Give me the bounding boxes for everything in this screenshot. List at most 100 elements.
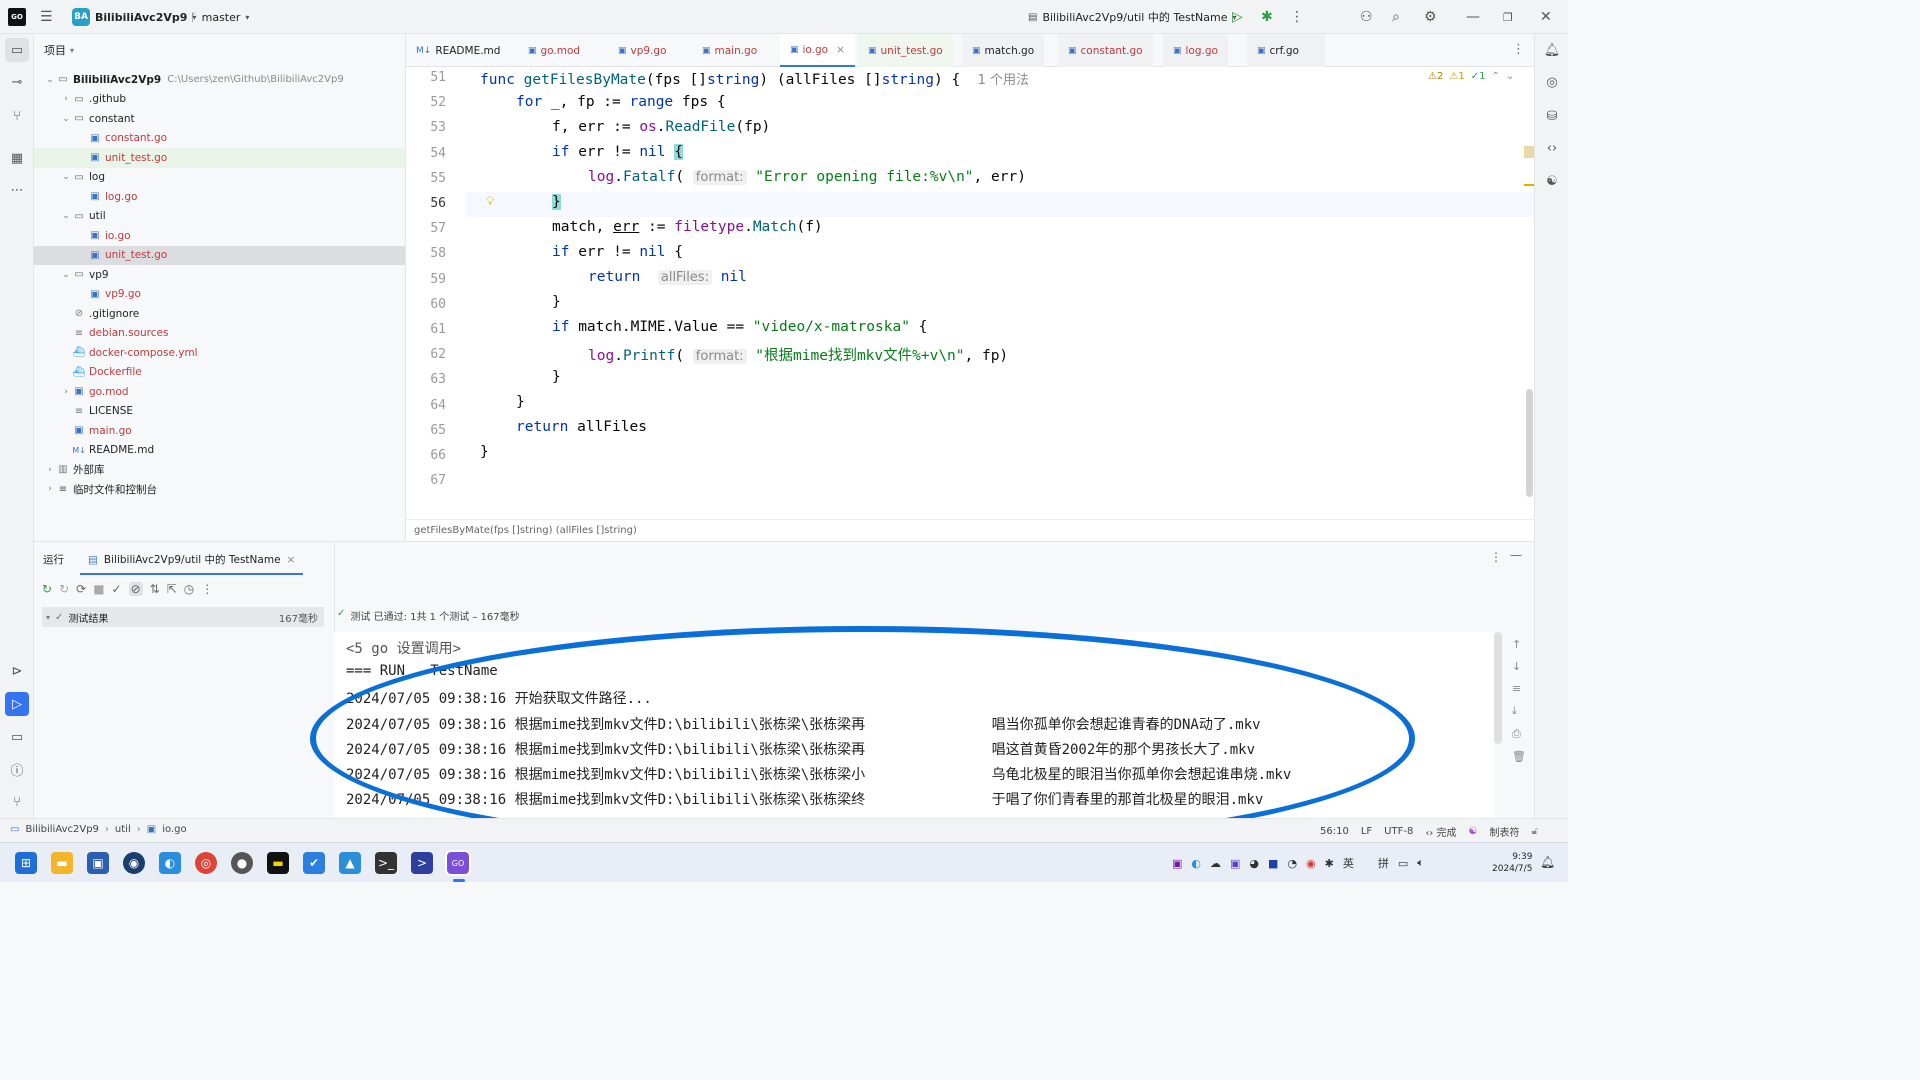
nav-crumb-project[interactable]: BilibiliAvc2Vp9	[25, 824, 98, 835]
scroll-marker-warning[interactable]	[1524, 146, 1534, 158]
console-scrollbar[interactable]	[1494, 632, 1502, 744]
print-icon[interactable]: ⎙	[1512, 727, 1526, 741]
chevron-down-icon[interactable]: ⌄	[44, 75, 56, 85]
commit-tool-button[interactable]: ⊸	[5, 70, 29, 94]
tree-item[interactable]: ⌄ ▭ constant	[34, 109, 405, 129]
chevron-right-icon[interactable]: ›	[44, 484, 56, 494]
toggle-auto-test-icon[interactable]: ⟳	[76, 582, 86, 596]
indent-setting[interactable]: 制表符	[1489, 824, 1519, 839]
ime-mode[interactable]: 拼	[1378, 855, 1389, 871]
taskbar-store[interactable]: ▣	[87, 852, 109, 874]
close-tab-icon[interactable]: ×	[287, 554, 296, 566]
lock-icon[interactable]: 🔓︎	[1531, 826, 1537, 837]
scroll-up-icon[interactable]: ↑	[1512, 638, 1526, 651]
more-tools-button[interactable]: ⋯	[5, 178, 29, 202]
chevron-down-icon[interactable]: ⌄	[60, 270, 72, 280]
problems-tool-button[interactable]: ⓘ	[5, 757, 29, 781]
show-passed-icon[interactable]: ✓	[112, 582, 122, 596]
navigation-bar[interactable]: ▭ BilibiliAvc2Vp9 › util › ▣ io.go	[10, 824, 187, 835]
notifications-button[interactable]: 🔔︎	[1540, 38, 1564, 62]
git-tool-button[interactable]: ⑂	[5, 790, 29, 814]
ide-logo[interactable]: GO	[8, 0, 26, 34]
minimize-button[interactable]: —	[1466, 0, 1480, 34]
editor-scrollbar[interactable]	[1526, 389, 1533, 497]
tab-main[interactable]: ▣ main.go	[692, 34, 767, 67]
tree-item[interactable]: M↓ README.md	[34, 441, 405, 461]
scroll-to-end-icon[interactable]: ⤓	[1512, 704, 1526, 718]
tree-item[interactable]: ▣ log.go	[34, 187, 405, 207]
run-tab[interactable]: ▤ BilibiliAvc2Vp9/util 中的 TestName ×	[80, 546, 304, 575]
terminal-tool-button[interactable]: ▭	[5, 725, 29, 749]
edge-icon[interactable]: ◐	[1191, 857, 1201, 870]
clock[interactable]: 9:39 2024/7/5	[1492, 851, 1532, 875]
test-results-node[interactable]: ▾ ✓ 测试结果 167毫秒	[42, 607, 324, 627]
tree-item[interactable]: ⛴ Dockerfile	[34, 363, 405, 383]
onenote-icon[interactable]: ▣	[1172, 857, 1182, 870]
ai-tray-icon[interactable]: ✱	[1325, 857, 1334, 870]
history-icon[interactable]: ◷	[184, 582, 194, 596]
copilot-status-icon[interactable]: ☯	[1469, 826, 1478, 837]
tree-item[interactable]: ⌄ ▭ BilibiliAvc2Vp9 C:\Users\zen\Github\Bil…	[34, 70, 405, 90]
taskbar-chrome[interactable]: ◎	[195, 852, 217, 874]
run-options-button[interactable]: ⋮	[1490, 550, 1502, 564]
app-tray-icon-2[interactable]: ■	[1268, 857, 1278, 870]
endpoints-tool-button[interactable]: ‹›	[1540, 136, 1564, 160]
tree-item[interactable]: ⌄ ▭ util	[34, 207, 405, 227]
search-everywhere-button[interactable]: ⌕	[1392, 0, 1400, 34]
import-tests-icon[interactable]: ⇱	[167, 582, 177, 596]
notification-center-button[interactable]: 🔔︎	[1540, 855, 1555, 869]
vcs-widget[interactable]: ‹› 完成	[1425, 824, 1456, 839]
app-tray-icon[interactable]: ▣	[1230, 857, 1240, 870]
pull-requests-tool-button[interactable]: ⑂	[5, 104, 29, 128]
copilot-tool-button[interactable]: ☯	[1540, 169, 1564, 193]
tab-match[interactable]: ▣ match.go	[962, 34, 1045, 67]
chevron-down-icon[interactable]: ⌄	[60, 172, 72, 182]
cloud-icon[interactable]: ☁	[1210, 857, 1221, 870]
display-icon[interactable]: ▭	[1398, 857, 1408, 870]
qq-icon[interactable]: ◕	[1249, 857, 1259, 870]
scroll-down-icon[interactable]: ↓	[1512, 660, 1526, 673]
file-encoding[interactable]: UTF-8	[1384, 826, 1413, 837]
tab-unit-test[interactable]: ▣ unit_test.go	[858, 34, 953, 67]
tree-item[interactable]: ≡ debian.sources	[34, 324, 405, 344]
branch-switcher[interactable]: ᚴ master ▾	[190, 0, 249, 34]
tree-item[interactable]: ▣ main.go	[34, 421, 405, 441]
code-area[interactable]: func getFilesByMate(fps []string) (allFi…	[406, 67, 1534, 519]
taskbar-terminal[interactable]: >_	[375, 852, 397, 874]
volume-icon[interactable]: 🔈︎	[1417, 856, 1424, 870]
caret-position[interactable]: 56:10	[1320, 826, 1349, 837]
tab-io[interactable]: ▣ io.go ×	[780, 34, 855, 67]
database-tool-button[interactable]: ⛁	[1540, 104, 1564, 128]
show-ignored-icon[interactable]: ⊘	[128, 582, 143, 596]
tab-crf[interactable]: ▣ crf.go	[1247, 34, 1325, 67]
tree-item[interactable]: ▣ unit_test.go	[34, 245, 405, 265]
services-tool-button[interactable]: ⊳	[5, 659, 29, 683]
taskbar-goland[interactable]: GO	[445, 850, 471, 876]
tree-item[interactable]: ⌄ ▭ vp9	[34, 265, 405, 285]
taskbar-azure[interactable]: ▲	[339, 852, 361, 874]
more-actions-button[interactable]: ⋮	[1290, 0, 1304, 34]
clear-icon[interactable]: 🗑︎	[1512, 750, 1526, 763]
maximize-button[interactable]: ❐	[1503, 0, 1513, 34]
tree-item[interactable]: › ≡ 临时文件和控制台	[34, 480, 405, 500]
taskbar-powershell[interactable]: >	[411, 852, 433, 874]
chevron-right-icon[interactable]: ›	[60, 94, 72, 104]
tab-constant[interactable]: ▣ constant.go	[1058, 34, 1153, 67]
taskbar-cloud-app[interactable]: ◐	[159, 852, 181, 874]
run-button[interactable]: ▷	[1232, 0, 1243, 34]
nav-crumb-folder[interactable]: util	[115, 824, 131, 835]
tree-item[interactable]: ▣ io.go	[34, 226, 405, 246]
close-window-button[interactable]: ✕	[1540, 0, 1552, 34]
netease-music-icon[interactable]: ◉	[1306, 857, 1316, 870]
start-button[interactable]: ⊞	[15, 852, 37, 874]
tab-log[interactable]: ▣ log.go	[1163, 34, 1228, 67]
project-tool-button[interactable]: ▭	[5, 38, 29, 62]
tree-item[interactable]: ⛴ docker-compose.yml	[34, 343, 405, 363]
scroll-marker-weak[interactable]	[1524, 184, 1534, 186]
tree-item[interactable]: ▣ constant.go	[34, 129, 405, 149]
console-output[interactable]: <5 go 设置调用> === RUN TestName 2024/07/05 09…	[334, 632, 1494, 819]
line-separator[interactable]: LF	[1361, 826, 1372, 837]
code-with-me-button[interactable]: ⚇	[1360, 0, 1373, 34]
chevron-right-icon[interactable]: ›	[44, 465, 56, 475]
chevron-down-icon[interactable]: ⌄	[60, 114, 72, 124]
